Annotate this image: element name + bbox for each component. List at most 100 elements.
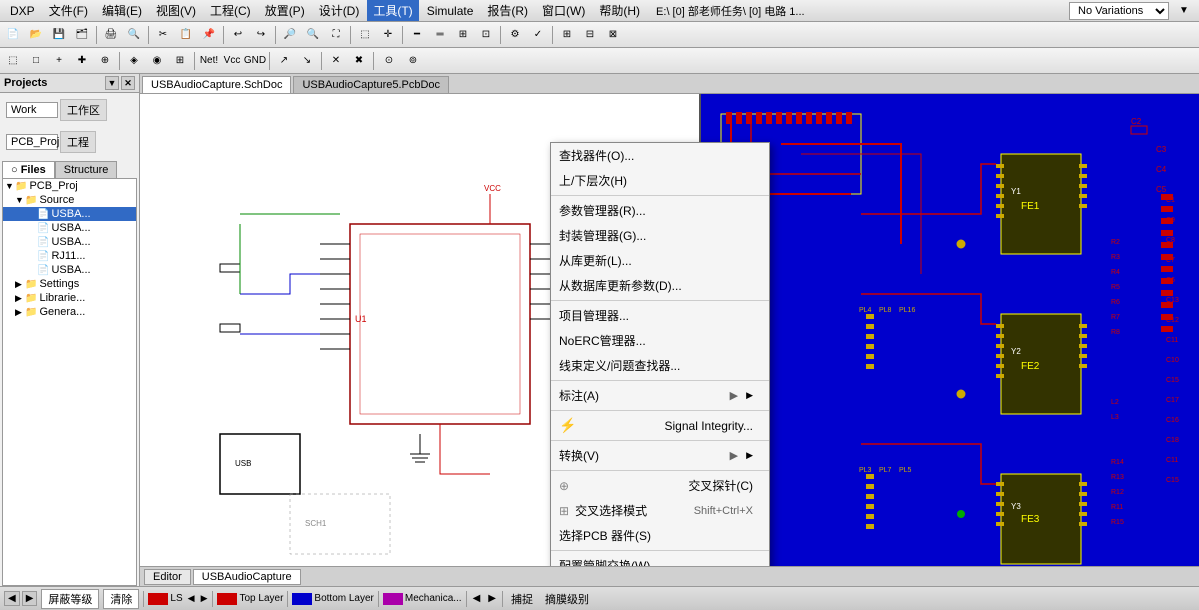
tb-move[interactable]: ✛ bbox=[377, 24, 399, 46]
menu-simulate[interactable]: Simulate bbox=[421, 2, 480, 20]
tb-pcb7[interactable]: ◉ bbox=[146, 50, 168, 72]
variations-dropdown-btn[interactable]: ▼ bbox=[1173, 0, 1195, 22]
tb-gnd[interactable]: GND bbox=[244, 50, 266, 72]
expand-pcb-proj[interactable]: ▼ bbox=[5, 181, 15, 191]
tb-pcb5[interactable]: ⊕ bbox=[94, 50, 116, 72]
tb-net[interactable]: ⊡ bbox=[475, 24, 497, 46]
menu-pkg-mgr[interactable]: 封装管理器(G)... bbox=[551, 223, 769, 248]
tb-pcb2[interactable]: □ bbox=[25, 50, 47, 72]
menu-project[interactable]: 工程(C) bbox=[204, 0, 257, 21]
tb-select[interactable]: ⬚ bbox=[354, 24, 376, 46]
tree-rj11[interactable]: 📄 RJ11... bbox=[3, 249, 136, 263]
tb-route2[interactable]: ↘ bbox=[296, 50, 318, 72]
project-dropdown[interactable]: PCB_Proj bbox=[6, 134, 58, 150]
tb-print[interactable]: 🖨 bbox=[100, 24, 122, 46]
menu-cross-probe[interactable]: ⊕ 交叉探针(C) bbox=[551, 473, 769, 498]
tree-libraries[interactable]: ▶ 📁 Librarie... bbox=[3, 291, 136, 305]
tree-usb-audio[interactable]: 📄 USBA... bbox=[3, 207, 136, 221]
tb-vcc[interactable]: Vcc bbox=[221, 50, 243, 72]
expand-settings[interactable]: ▶ bbox=[15, 279, 25, 290]
tb-pcb3[interactable]: + bbox=[48, 50, 70, 72]
tb-open[interactable]: 📂 bbox=[25, 24, 47, 46]
menu-params-mgr[interactable]: 参数管理器(R)... bbox=[551, 198, 769, 223]
panel-close-btn[interactable]: ✕ bbox=[121, 76, 135, 90]
tree-genera[interactable]: ▶ 📁 Genera... bbox=[3, 305, 136, 319]
tree-pcb-proj[interactable]: ▼ 📁 PCB_Proj bbox=[3, 179, 136, 193]
menu-proj-mgr[interactable]: 项目管理器... bbox=[551, 303, 769, 328]
tb-net-label[interactable]: Net! bbox=[198, 50, 220, 72]
tree-settings[interactable]: ▶ 📁 Settings bbox=[3, 277, 136, 291]
tab-structure[interactable]: Structure bbox=[55, 161, 118, 178]
tab-pcb[interactable]: USBAudioCapture5.PcbDoc bbox=[293, 76, 449, 93]
usb-audio-tab[interactable]: USBAudioCapture bbox=[193, 569, 301, 585]
expand-genera[interactable]: ▶ bbox=[15, 307, 25, 318]
tb-more3[interactable]: ⊠ bbox=[602, 24, 624, 46]
tb-undo[interactable]: ↩ bbox=[227, 24, 249, 46]
menu-dxp[interactable]: DXP bbox=[4, 2, 41, 20]
tb-pcb8[interactable]: ⊞ bbox=[169, 50, 191, 72]
tab-files[interactable]: ○ Files bbox=[2, 161, 55, 178]
tb-pcb4[interactable]: ✚ bbox=[71, 50, 93, 72]
tb-route1[interactable]: ↗ bbox=[273, 50, 295, 72]
menu-help[interactable]: 帮助(H) bbox=[593, 0, 646, 21]
menu-place[interactable]: 放置(P) bbox=[259, 0, 311, 21]
tb-save[interactable]: 💾 bbox=[48, 24, 70, 46]
tb-right2[interactable]: ⊚ bbox=[402, 50, 424, 72]
menu-convert[interactable]: 转换(V) ▶ bbox=[551, 443, 769, 468]
nav-left[interactable]: ◀ bbox=[4, 591, 20, 606]
no-variations-select[interactable]: No Variations bbox=[1069, 2, 1169, 20]
tb-compile[interactable]: ⚙ bbox=[504, 24, 526, 46]
tb-paste[interactable]: 📌 bbox=[198, 24, 220, 46]
menu-view[interactable]: 视图(V) bbox=[150, 0, 202, 21]
menu-update-from-lib[interactable]: 从库更新(L)... bbox=[551, 248, 769, 273]
tb-right1[interactable]: ⊙ bbox=[378, 50, 400, 72]
editor-tab[interactable]: Editor bbox=[144, 569, 191, 585]
tb-pcb1[interactable]: ⬚ bbox=[2, 50, 24, 72]
tb-validate[interactable]: ✓ bbox=[527, 24, 549, 46]
menu-select-pcb[interactable]: 选择PCB 器件(S) bbox=[551, 523, 769, 548]
tb-del2[interactable]: ✖ bbox=[348, 50, 370, 72]
menu-up-down[interactable]: 上/下层次(H) bbox=[551, 168, 769, 193]
tb-more1[interactable]: ⊞ bbox=[556, 24, 578, 46]
menu-window[interactable]: 窗口(W) bbox=[536, 0, 591, 21]
menu-config-pin-swap[interactable]: 配置管脚交换(W)... bbox=[551, 553, 769, 566]
layer-nav-right[interactable]: ▶ bbox=[486, 593, 498, 604]
menu-cross-select[interactable]: ⊞ 交叉选择模式 Shift+Ctrl+X bbox=[551, 498, 769, 523]
nav-right[interactable]: ▶ bbox=[22, 591, 38, 606]
tb-fit[interactable]: ⛶ bbox=[325, 24, 347, 46]
layer-nav-left[interactable]: ◀ bbox=[471, 593, 483, 604]
tb-place-part[interactable]: ⊞ bbox=[452, 24, 474, 46]
menu-tools[interactable]: 工具(T) bbox=[367, 0, 418, 21]
tb-redo[interactable]: ↪ bbox=[250, 24, 272, 46]
shield-level-btn[interactable]: 屏蔽等级 bbox=[41, 589, 99, 609]
expand-source[interactable]: ▼ bbox=[15, 195, 25, 205]
tb-print-preview[interactable]: 🔍 bbox=[123, 24, 145, 46]
tree-usb4[interactable]: 📄 USBA... bbox=[3, 263, 136, 277]
tb-wire[interactable]: ━ bbox=[406, 24, 428, 46]
panel-pin-btn[interactable]: ▼ bbox=[105, 76, 119, 90]
tree-source[interactable]: ▼ 📁 Source bbox=[3, 193, 136, 207]
tree-usb3[interactable]: 📄 USBA... bbox=[3, 235, 136, 249]
menu-find-component[interactable]: 查找器件(O)... bbox=[551, 143, 769, 168]
ls-nav-right[interactable]: ▶ bbox=[200, 593, 209, 604]
tb-zoom-out[interactable]: 🔍 bbox=[302, 24, 324, 46]
menu-report[interactable]: 报告(R) bbox=[481, 0, 534, 21]
tree-usb2[interactable]: 📄 USBA... bbox=[3, 221, 136, 235]
menu-update-from-db[interactable]: 从数据库更新参数(D)... bbox=[551, 273, 769, 298]
workspace-dropdown[interactable]: Work bbox=[6, 102, 58, 118]
tb-new[interactable]: 📄 bbox=[2, 24, 24, 46]
menu-design[interactable]: 设计(D) bbox=[313, 0, 366, 21]
tab-sch[interactable]: USBAudioCapture.SchDoc bbox=[142, 76, 291, 93]
expand-libraries[interactable]: ▶ bbox=[15, 293, 25, 304]
menu-signal-integrity[interactable]: ⚡ Signal Integrity... bbox=[551, 413, 769, 438]
project-label-btn[interactable]: 工程 bbox=[60, 131, 96, 153]
menu-file[interactable]: 文件(F) bbox=[43, 0, 94, 21]
tb-more2[interactable]: ⊟ bbox=[579, 24, 601, 46]
menu-wire-erc[interactable]: 线束定义/问题查找器... bbox=[551, 353, 769, 378]
menu-noerc[interactable]: NoERC管理器... bbox=[551, 328, 769, 353]
tb-bus[interactable]: ═ bbox=[429, 24, 451, 46]
workspace-label-btn[interactable]: 工作区 bbox=[60, 99, 107, 121]
pcb-view[interactable]: FE1 Y1 bbox=[699, 94, 1199, 566]
tb-cut[interactable]: ✂ bbox=[152, 24, 174, 46]
tb-del[interactable]: ✕ bbox=[325, 50, 347, 72]
